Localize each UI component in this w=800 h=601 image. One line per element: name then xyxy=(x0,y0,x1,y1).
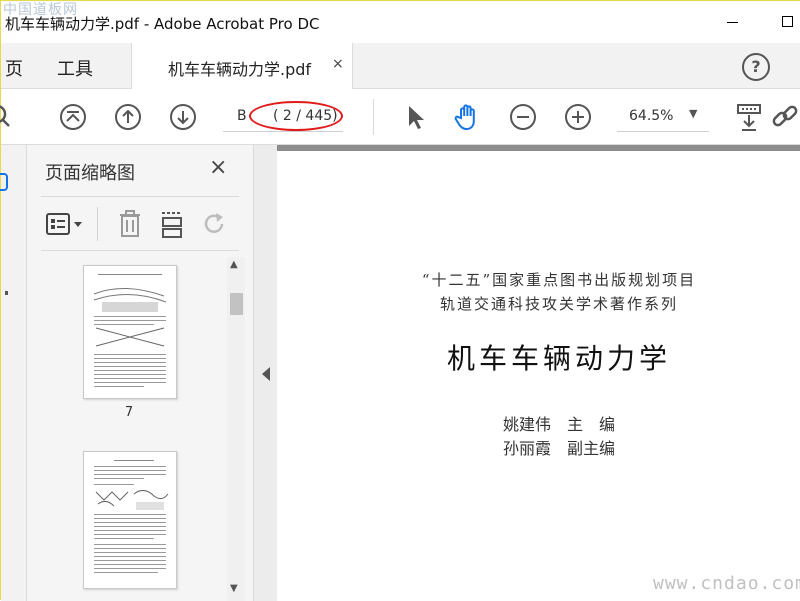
toolbar-divider xyxy=(373,99,374,135)
thumbnail-options-icon[interactable] xyxy=(45,211,85,237)
thumbnail-content xyxy=(94,460,169,573)
thumbnail-list: 7 xyxy=(27,255,227,601)
first-page-icon[interactable] xyxy=(58,102,88,132)
site-watermark: www.cndao.com xyxy=(653,573,800,594)
maximize-button[interactable] xyxy=(782,16,793,27)
thumbnail-toolbar xyxy=(41,203,239,247)
tab-home[interactable]: 页 xyxy=(5,55,23,81)
panel-splitter[interactable] xyxy=(253,145,277,601)
thumbnail-scrollbar[interactable]: ▲ ▼ xyxy=(227,257,245,601)
tab-tools[interactable]: 工具 xyxy=(57,55,93,81)
page-thumbnail[interactable] xyxy=(83,451,177,589)
document-tab-label: 机车车辆动力学.pdf xyxy=(168,60,312,79)
rotate-icon[interactable] xyxy=(199,209,229,239)
doc-series-line1: “十二五”国家重点图书出版规划项目 xyxy=(421,271,697,289)
page-current-input[interactable]: B xyxy=(237,108,247,124)
window-title: 机车车辆动力学.pdf - Adobe Acrobat Pro DC xyxy=(5,15,320,33)
bookmark-icon[interactable] xyxy=(5,291,9,297)
page-thumbnail[interactable] xyxy=(83,265,177,399)
window-frame: 中国道板网 机车车辆动力学.pdf - Adobe Acrobat Pro DC… xyxy=(0,0,800,601)
select-arrow-icon[interactable] xyxy=(401,102,431,132)
help-icon[interactable]: ? xyxy=(742,53,770,81)
panel-divider xyxy=(41,250,239,251)
doc-series-line2: 轨道交通科技攻关学术著作系列 xyxy=(439,295,678,313)
scrollbar-thumb[interactable] xyxy=(230,293,243,315)
title-bar: 中国道板网 机车车辆动力学.pdf - Adobe Acrobat Pro DC xyxy=(1,1,800,43)
doc-book-title: 机车车辆动力学 xyxy=(446,342,671,375)
minimize-button[interactable] xyxy=(727,22,738,23)
prev-page-icon[interactable] xyxy=(113,102,143,132)
doc-deputy-editor: 孙丽霞 副主编 xyxy=(502,439,615,458)
hand-icon[interactable] xyxy=(453,102,483,132)
close-icon[interactable]: × xyxy=(209,155,227,180)
scroll-up-icon[interactable]: ▲ xyxy=(230,259,238,270)
search-icon[interactable] xyxy=(0,102,17,132)
document-page[interactable]: “十二五”国家重点图书出版规划项目 轨道交通科技攻关学术著作系列 机车车辆动力学… xyxy=(277,145,800,601)
navigation-strip xyxy=(0,145,27,601)
zoom-dropdown[interactable]: 64.5% ▼ xyxy=(617,103,709,132)
doc-chief-editor: 姚建伟 主 编 xyxy=(502,415,615,434)
zoom-value: 64.5% xyxy=(629,108,674,124)
tab-document[interactable]: 机车车辆动力学.pdf × xyxy=(131,43,353,89)
panel-divider xyxy=(41,196,239,197)
main-toolbar: B ( 2 / 445) 64.5% ▼ xyxy=(0,89,800,145)
close-tab-icon[interactable]: × xyxy=(332,56,344,72)
link-icon[interactable] xyxy=(771,102,800,132)
page-thumbnails-icon[interactable] xyxy=(0,173,9,191)
keyboard-download-icon[interactable] xyxy=(734,102,764,132)
chevron-down-icon: ▼ xyxy=(689,107,698,120)
toolbar-divider xyxy=(97,207,98,241)
thumbnail-page-label: 7 xyxy=(124,405,134,420)
annotation-ellipse xyxy=(249,101,343,131)
panel-title: 页面缩略图 xyxy=(45,163,135,184)
scroll-down-icon[interactable]: ▼ xyxy=(230,583,238,594)
zoom-in-icon[interactable] xyxy=(563,102,593,132)
tab-bar: 页 工具 机车车辆动力学.pdf × ? xyxy=(1,43,800,89)
page-thumbnails-panel: 页面缩略图 × 7 ▲ ▼ xyxy=(27,145,253,601)
next-page-icon[interactable] xyxy=(168,102,198,132)
insert-pages-icon[interactable] xyxy=(159,209,185,239)
zoom-out-icon[interactable] xyxy=(508,102,538,132)
collapse-panel-icon[interactable] xyxy=(262,367,270,381)
trash-icon[interactable] xyxy=(117,209,143,239)
thumbnail-content xyxy=(93,274,167,387)
